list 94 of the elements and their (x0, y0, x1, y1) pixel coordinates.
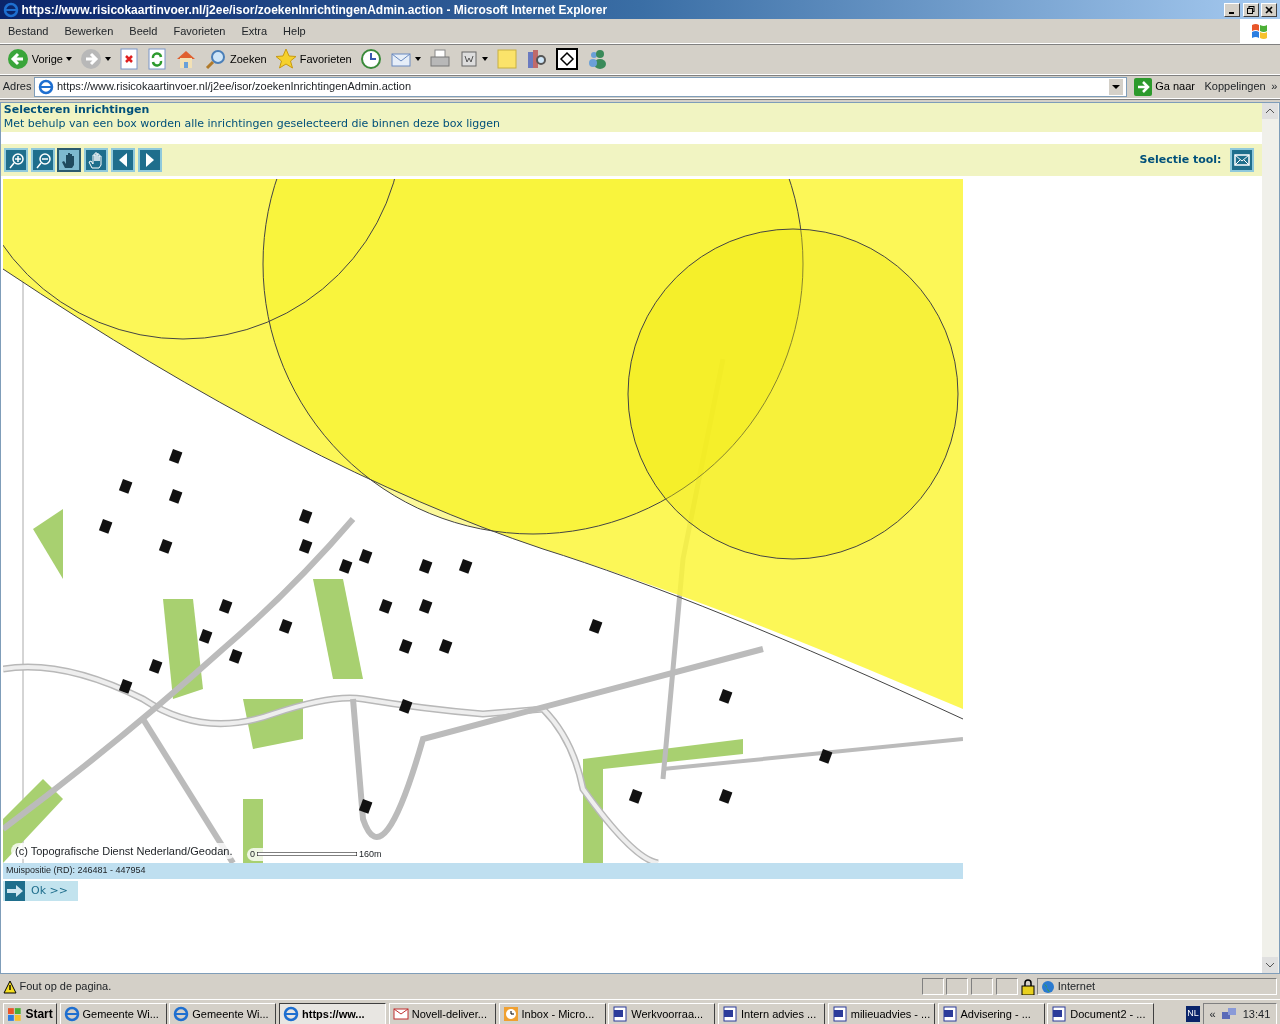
status-panel (946, 978, 969, 995)
caret-icon (65, 57, 72, 61)
taskbar-button[interactable]: https://ww... (279, 1002, 386, 1024)
document-icon (458, 49, 479, 69)
close-icon (1265, 6, 1274, 15)
taskbar-button[interactable]: Document2 - ... (1047, 1002, 1155, 1024)
scale-end-label: 160m (359, 847, 382, 861)
word-document-icon (831, 1005, 848, 1022)
go-arrow-icon (1134, 77, 1153, 96)
word-document-icon (722, 1005, 738, 1022)
menu-item[interactable]: Beeld (121, 22, 166, 40)
back-button[interactable]: Vorige (2, 48, 76, 70)
search-icon (204, 48, 227, 70)
status-panel (995, 978, 1018, 995)
page-description: Met behulp van een box worden alle inrichtingen geselecteerd die binnen deze box liggen (3, 115, 501, 132)
caret-icon (414, 57, 421, 61)
taskbar-button[interactable]: Intern advies ... (718, 1002, 825, 1024)
left-arrow-icon (118, 153, 127, 168)
browser-icon (173, 1005, 190, 1022)
taskbar-button[interactable]: milieuadvies - ... (827, 1002, 935, 1024)
warning-icon (2, 979, 17, 994)
minimize-button[interactable] (1223, 2, 1240, 17)
note-icon (495, 48, 518, 70)
menu-item[interactable]: Help (275, 22, 314, 40)
scale-line-icon (257, 852, 357, 857)
stop-icon (118, 48, 139, 70)
star-icon (274, 48, 297, 70)
menu-item[interactable]: Extra (233, 22, 276, 40)
word-document-icon (941, 1005, 958, 1022)
taskbar-button[interactable]: Advisering - ... (937, 1002, 1045, 1024)
mouse-position: Muispositie (RD): 246481 - 447954 (3, 863, 963, 879)
word-document-icon (1051, 1005, 1068, 1022)
word-document-icon (612, 1005, 629, 1022)
page-icon (38, 78, 55, 95)
identify-tool-button[interactable] (84, 148, 108, 173)
scale-start-label: 0 (250, 847, 255, 861)
books-icon (525, 48, 548, 70)
search-button[interactable]: Zoeken (200, 48, 271, 70)
right-arrow-icon (145, 153, 154, 168)
address-value: https://www.risicokaartinvoer.nl/j2ee/isor/zoekenInrichtingenAdmin.action (57, 79, 412, 95)
go-button[interactable]: Ga naar (1130, 77, 1199, 96)
previous-tool-button[interactable] (110, 148, 135, 173)
caret-icon (104, 57, 111, 61)
selection-tool-button[interactable] (1229, 148, 1254, 173)
page-heading: Selecteren inrichtingen (3, 102, 151, 116)
zoom-in-tool-button[interactable] (3, 148, 28, 173)
next-tool-button[interactable] (137, 148, 162, 173)
lock-icon (1020, 978, 1035, 995)
close-button[interactable] (1261, 2, 1278, 17)
clock: 13:41 (1242, 1006, 1271, 1022)
printer-icon (428, 48, 451, 70)
selection-tool-label: Selectie tool: (1139, 152, 1222, 169)
scroll-up-icon[interactable] (1262, 102, 1278, 119)
start-button[interactable]: Start (2, 1002, 57, 1024)
browser-icon (283, 1005, 299, 1022)
links-label[interactable]: Koppelingen (1201, 78, 1269, 95)
mail-icon (392, 1005, 409, 1022)
taskbar-button[interactable]: Gemeente Wi... (59, 1002, 167, 1024)
zoom-out-tool-button[interactable] (30, 148, 55, 173)
windows-logo-icon (1250, 22, 1270, 40)
taskbar-button[interactable]: Inbox - Micro... (498, 1002, 606, 1024)
zoom-in-icon (6, 150, 25, 170)
taskbar-button[interactable]: Gemeente Wi... (169, 1002, 277, 1024)
status-message: Fout op de pagina. (19, 979, 113, 995)
security-zone: Internet (1057, 979, 1096, 995)
refresh-icon (146, 48, 167, 70)
menu-item[interactable]: Favorieten (165, 22, 234, 40)
window-title: https://www.risicokaartinvoer.nl/j2ee/isor/zoekenInrichtingenAdmin.action - Microsoft Internet Explorer (21, 1, 609, 19)
zoom-out-icon (33, 150, 52, 170)
more-links-icon[interactable]: » (1271, 78, 1278, 95)
address-label: Adres (2, 79, 32, 95)
globe-icon (1041, 979, 1055, 994)
ok-button[interactable]: Ok >> (3, 881, 78, 902)
status-panel (921, 978, 944, 995)
restore-icon (1246, 6, 1255, 15)
browser-icon (2, 1, 19, 18)
favorites-button[interactable]: Favorieten (270, 48, 356, 70)
browser-icon (63, 1005, 80, 1022)
scroll-down-icon[interactable] (1262, 956, 1278, 973)
language-indicator[interactable]: NL (1186, 1006, 1200, 1022)
tray-expand-button[interactable]: « (1209, 1005, 1216, 1022)
restore-button[interactable] (1242, 2, 1259, 17)
menu-item[interactable]: Bestand (0, 22, 57, 40)
menu-item[interactable]: Bewerken (56, 22, 122, 40)
windows-logo-icon (6, 1005, 23, 1022)
taskbar-button[interactable]: Novell-deliver... (388, 1002, 496, 1024)
hand-outline-icon (87, 150, 105, 170)
address-field[interactable]: https://www.risicokaartinvoer.nl/j2ee/isor/zoekenInrichtingenAdmin.action (34, 76, 1128, 97)
status-panel (971, 978, 993, 995)
dropdown-icon[interactable] (1109, 78, 1124, 95)
network-icon[interactable] (1221, 1005, 1238, 1022)
pan-tool-button[interactable] (57, 148, 82, 173)
caret-icon (481, 57, 488, 61)
taskbar-button[interactable]: Werkvoorraa... (608, 1002, 716, 1024)
